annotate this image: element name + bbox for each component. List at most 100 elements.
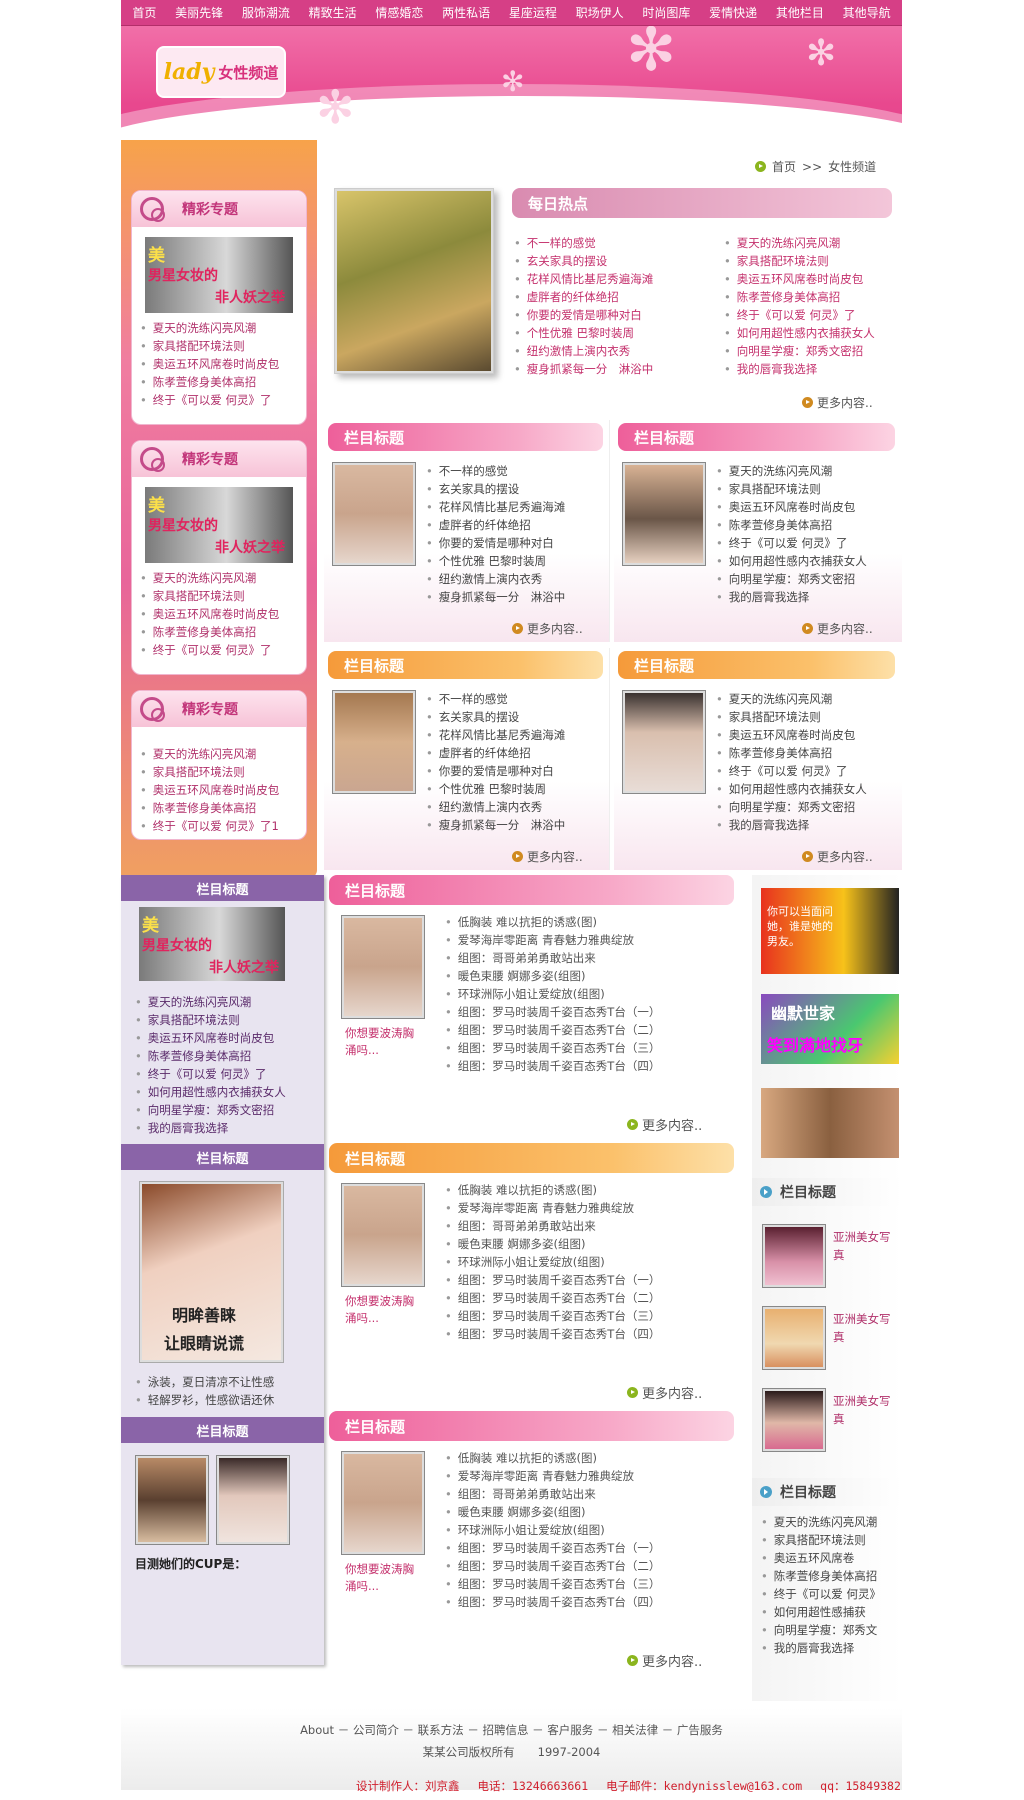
more-link[interactable]: 更多内容..: [627, 1651, 702, 1670]
list-item[interactable]: 奥运五环风席卷时尚皮包: [716, 498, 900, 516]
list-item[interactable]: 组图：罗马时装周千姿百态秀T台（一）: [445, 1539, 745, 1557]
ad-banner[interactable]: [761, 1088, 899, 1158]
list-item[interactable]: 爱琴海岸零距离 青春魅力雅典绽放: [445, 1467, 745, 1485]
nav-item[interactable]: 时尚图库: [642, 4, 690, 21]
list-item[interactable]: 组图：罗马时装周千姿百态秀T台（二）: [445, 1021, 745, 1039]
column-photo[interactable]: [332, 462, 416, 566]
list-item[interactable]: 我的唇膏我选择: [716, 588, 900, 606]
list-item[interactable]: 暖色束腰 婀娜多姿(组图): [445, 1503, 745, 1521]
column-image[interactable]: 美 男星女妆的 非人妖之举: [139, 907, 285, 981]
list-item[interactable]: 陈孝萱修身美体高招: [132, 623, 306, 641]
list-item[interactable]: 低胸装 难以抗拒的诱惑(图): [445, 913, 745, 931]
column-photo[interactable]: [341, 1183, 425, 1287]
list-item[interactable]: 爱琴海岸零距离 青春魅力雅典绽放: [445, 1199, 745, 1217]
list-item[interactable]: 我的唇膏我选择: [761, 1639, 901, 1657]
ad-banner[interactable]: 你可以当面问她，谁是她的男友。: [761, 888, 899, 974]
list-item[interactable]: 奥运五环风席卷时尚皮包: [121, 1029, 324, 1047]
list-item[interactable]: 组图：罗马时装周千姿百态秀T台（三）: [445, 1307, 745, 1325]
list-item[interactable]: 低胸装 难以抗拒的诱惑(图): [445, 1181, 745, 1199]
column-photo[interactable]: [622, 690, 706, 794]
list-item[interactable]: 组图：罗马时装周千姿百态秀T台（三）: [445, 1575, 745, 1593]
list-item[interactable]: 花样风情比基尼秀遍海滩: [514, 270, 714, 288]
nav-item[interactable]: 其他栏目: [776, 4, 824, 21]
breadcrumb-home[interactable]: 首页: [772, 158, 796, 175]
list-item[interactable]: 组图：罗马时装周千姿百态秀T台（二）: [445, 1557, 745, 1575]
list-item[interactable]: 终于《可以爱 何灵》: [761, 1585, 901, 1603]
nav-item[interactable]: 首页: [132, 4, 156, 21]
more-link[interactable]: 更多内容..: [627, 1115, 702, 1134]
list-item[interactable]: 家具搭配环境法则: [716, 708, 900, 726]
list-item[interactable]: 家具搭配环境法则: [724, 252, 902, 270]
list-item[interactable]: 夏天的洗练闪亮风潮: [724, 234, 902, 252]
list-item[interactable]: 个性优雅 巴黎时装周: [426, 552, 608, 570]
photo-caption[interactable]: 你想要波涛胸涌吗...: [345, 1561, 425, 1595]
list-item[interactable]: 环球洲际小姐让爱绽放(组图): [445, 1253, 745, 1271]
list-item[interactable]: 陈孝萱修身美体高招: [761, 1567, 901, 1585]
logo[interactable]: lady 女性频道: [156, 46, 286, 98]
nav-item[interactable]: 精致生活: [309, 4, 357, 21]
list-item[interactable]: 你要的爱情是哪种对白: [426, 534, 608, 552]
list-item[interactable]: 暖色束腰 婀娜多姿(组图): [445, 1235, 745, 1253]
column-photo[interactable]: [341, 1451, 425, 1555]
column-photo[interactable]: 明眸善睐 让眼睛说谎: [139, 1181, 284, 1363]
list-item[interactable]: 组图：罗马时装周千姿百态秀T台（三）: [445, 1039, 745, 1057]
more-link[interactable]: 更多内容..: [512, 848, 583, 865]
list-item[interactable]: 奥运五环风席卷时尚皮包: [132, 781, 306, 799]
more-link[interactable]: 更多内容..: [802, 394, 873, 411]
list-item[interactable]: 不一样的感觉: [514, 234, 714, 252]
thumb-caption[interactable]: 亚洲美女写真: [833, 1310, 893, 1346]
column-photo[interactable]: [341, 915, 425, 1019]
list-item[interactable]: 奥运五环风席卷时尚皮包: [132, 355, 306, 373]
photo-caption[interactable]: 你想要波涛胸涌吗...: [345, 1025, 425, 1059]
list-item[interactable]: 奥运五环风席卷时尚皮包: [724, 270, 902, 288]
list-item[interactable]: 夏天的洗练闪亮风潮: [761, 1513, 901, 1531]
list-item[interactable]: 你要的爱情是哪种对白: [514, 306, 714, 324]
list-item[interactable]: 陈孝萱修身美体高招: [132, 373, 306, 391]
list-item[interactable]: 组图：罗马时装周千姿百态秀T台（一）: [445, 1003, 745, 1021]
list-item[interactable]: 组图：罗马时装周千姿百态秀T台（四）: [445, 1593, 745, 1611]
list-item[interactable]: 组图：罗马时装周千姿百态秀T台（一）: [445, 1271, 745, 1289]
nav-item[interactable]: 爱情快递: [709, 4, 757, 21]
list-item[interactable]: 虚胖者的纤体绝招: [426, 744, 608, 762]
list-item[interactable]: 向明星学瘦：郑秀文密招: [716, 570, 900, 588]
thumb-caption[interactable]: 亚洲美女写真: [833, 1228, 893, 1264]
list-item[interactable]: 陈孝萱修身美体高招: [121, 1047, 324, 1065]
list-item[interactable]: 花样风情比基尼秀遍海滩: [426, 726, 608, 744]
thumb-caption[interactable]: 亚洲美女写真: [833, 1392, 893, 1428]
list-item[interactable]: 陈孝萱修身美体高招: [724, 288, 902, 306]
nav-item[interactable]: 职场伊人: [576, 4, 624, 21]
more-link[interactable]: 更多内容..: [802, 848, 873, 865]
list-item[interactable]: 玄关家具的摆设: [426, 480, 608, 498]
list-item[interactable]: 组图：罗马时装周千姿百态秀T台（二）: [445, 1289, 745, 1307]
list-item[interactable]: 陈孝萱修身美体高招: [716, 744, 900, 762]
list-item[interactable]: 瘦身抓紧每一分 淋浴中: [426, 588, 608, 606]
list-item[interactable]: 向明星学瘦：郑秀文密招: [724, 342, 902, 360]
list-item[interactable]: 纽约激情上演内衣秀: [426, 798, 608, 816]
list-item[interactable]: 瘦身抓紧每一分 淋浴中: [514, 360, 714, 378]
nav-item[interactable]: 星座运程: [509, 4, 557, 21]
list-item[interactable]: 组图：哥哥弟弟勇敢站出来: [445, 949, 745, 967]
list-item[interactable]: 个性优雅 巴黎时装周: [514, 324, 714, 342]
list-item[interactable]: 暖色束腰 婀娜多姿(组图): [445, 967, 745, 985]
column-photo[interactable]: [216, 1455, 290, 1545]
topic-image[interactable]: 美 男星女妆的 非人妖之举: [145, 237, 293, 313]
list-item[interactable]: 低胸装 难以抗拒的诱惑(图): [445, 1449, 745, 1467]
list-item[interactable]: 家具搭配环境法则: [132, 587, 306, 605]
list-item[interactable]: 家具搭配环境法则: [761, 1531, 901, 1549]
list-item[interactable]: 陈孝萱修身美体高招: [132, 799, 306, 817]
list-item[interactable]: 组图：哥哥弟弟勇敢站出来: [445, 1217, 745, 1235]
list-item[interactable]: 如何用超性感内衣捕获女人: [716, 780, 900, 798]
more-link[interactable]: 更多内容..: [627, 1383, 702, 1402]
nav-item[interactable]: 服饰潮流: [242, 4, 290, 21]
list-item[interactable]: 瘦身抓紧每一分 淋浴中: [426, 816, 608, 834]
list-item[interactable]: 夏天的洗练闪亮风潮: [716, 690, 900, 708]
list-item[interactable]: 个性优雅 巴黎时装周: [426, 780, 608, 798]
thumb-photo[interactable]: [762, 1388, 826, 1452]
list-item[interactable]: 组图：哥哥弟弟勇敢站出来: [445, 1485, 745, 1503]
list-item[interactable]: 如何用超性感内衣捕获女人: [724, 324, 902, 342]
photo-caption[interactable]: 你想要波涛胸涌吗...: [345, 1293, 425, 1327]
list-item[interactable]: 终于《可以爱 何灵》了: [724, 306, 902, 324]
list-item[interactable]: 如何用超性感内衣捕获女人: [716, 552, 900, 570]
column-photo[interactable]: [332, 690, 416, 794]
list-item[interactable]: 不一样的感觉: [426, 462, 608, 480]
